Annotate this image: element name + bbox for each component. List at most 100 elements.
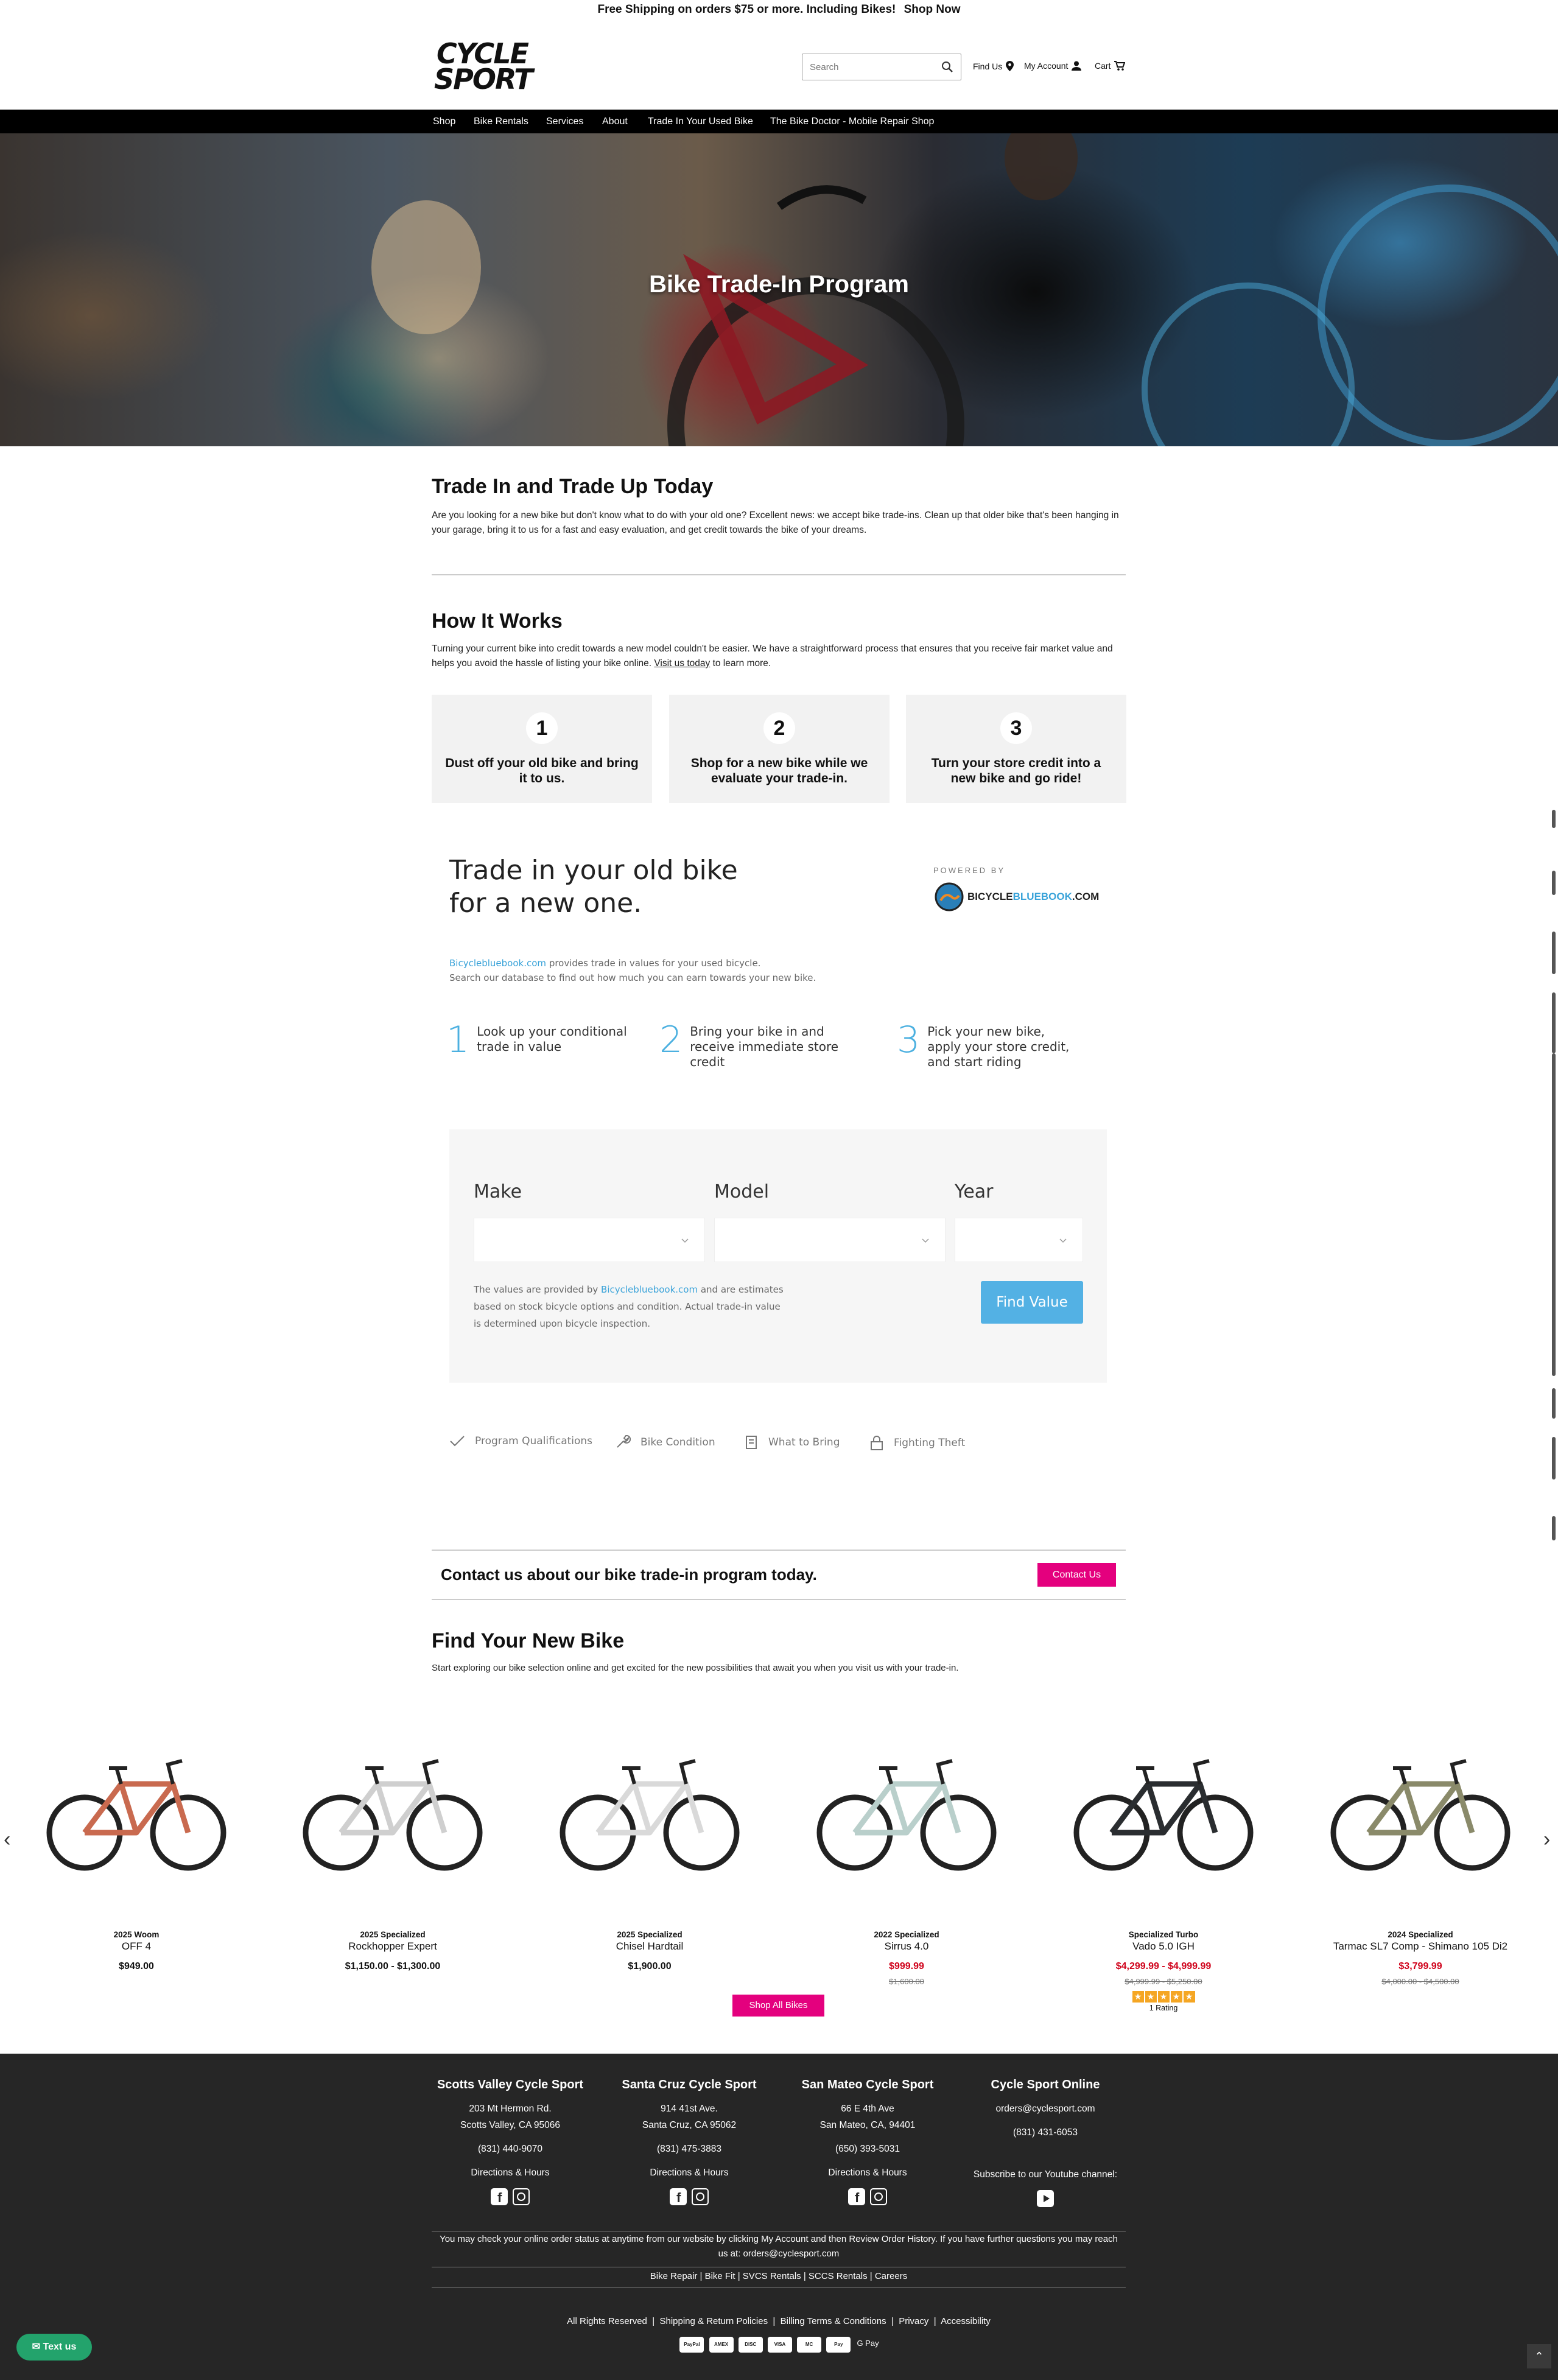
- contact-us-button[interactable]: Contact Us: [1037, 1563, 1116, 1587]
- store-phone[interactable]: (650) 393-5031: [779, 2141, 956, 2157]
- text-us-label: Text us: [43, 2342, 77, 2352]
- product-image[interactable]: [9, 1711, 264, 1881]
- nav-about[interactable]: About: [602, 110, 628, 133]
- store-scotts-valley: Scotts Valley Cycle Sport 203 Mt Hermon …: [422, 2078, 598, 2208]
- instagram-icon[interactable]: [692, 2188, 709, 2205]
- how-body-end: to learn more.: [712, 658, 771, 669]
- legal-privacy[interactable]: Privacy: [899, 2316, 928, 2326]
- shop-all-bikes-button[interactable]: Shop All Bikes: [732, 1995, 824, 2017]
- product-name[interactable]: Chisel Hardtail: [522, 1940, 777, 1953]
- store-phone[interactable]: (831) 475-3883: [601, 2141, 777, 2157]
- nav-bike-doctor[interactable]: The Bike Doctor - Mobile Repair Shop: [770, 110, 934, 133]
- product-card[interactable]: 2025 Specialized Chisel Hardtail $1,900.00: [522, 1711, 777, 1972]
- facebook-icon[interactable]: f: [670, 2188, 687, 2205]
- directions-link[interactable]: Directions & Hours: [601, 2164, 777, 2181]
- facebook-icon[interactable]: f: [491, 2188, 508, 2205]
- product-price: $4,299.99 - $4,999.99: [1115, 1961, 1212, 1971]
- paypal-icon: PayPal: [679, 2337, 704, 2353]
- how-body-start: Turning your current bike into credit to…: [432, 644, 1113, 669]
- faq-program-qualifications[interactable]: Program Qualifications: [449, 1435, 592, 1447]
- footer-links[interactable]: Bike Repair | Bike Fit | SVCS Rentals | …: [432, 2269, 1126, 2284]
- online-email[interactable]: orders@cyclesport.com: [957, 2101, 1134, 2117]
- shop-now-link[interactable]: Shop Now: [904, 3, 961, 16]
- product-name[interactable]: Tarmac SL7 Comp - Shimano 105 Di2: [1293, 1940, 1548, 1953]
- chat-icon: ✉: [32, 2342, 41, 2352]
- store-phone[interactable]: (831) 440-9070: [422, 2141, 598, 2157]
- make-select[interactable]: [474, 1218, 705, 1262]
- product-rating-count[interactable]: 1 Rating: [1036, 2004, 1291, 2012]
- product-card[interactable]: 2022 Specialized Sirrus 4.0 $999.99 $1,600.…: [779, 1711, 1034, 1986]
- search-icon[interactable]: [941, 61, 953, 73]
- back-to-top-icon[interactable]: ⌃: [1527, 2344, 1551, 2368]
- text-us-button[interactable]: ✉ Text us: [16, 2334, 92, 2361]
- star-icon: ★: [1183, 1991, 1195, 2003]
- product-name[interactable]: Rockhopper Expert: [265, 1940, 521, 1953]
- faq-bike-condition[interactable]: Bike Condition: [615, 1435, 715, 1450]
- store-address-1: 914 41st Ave.: [661, 2104, 718, 2114]
- wrench-icon: [617, 1435, 631, 1448]
- store-santa-cruz: Santa Cruz Cycle Sport 914 41st Ave. San…: [601, 2078, 777, 2208]
- product-image[interactable]: [1293, 1711, 1548, 1881]
- cycle-sport-logo[interactable]: CYCLE SPORT: [434, 37, 583, 96]
- product-image[interactable]: [265, 1711, 521, 1881]
- cart-link[interactable]: Cart: [1095, 61, 1126, 71]
- intro-body: Are you looking for a new bike but don't…: [432, 510, 1119, 535]
- bluebook-link[interactable]: Bicyclebluebook.com: [449, 958, 546, 969]
- nav-shop[interactable]: Shop: [433, 110, 455, 133]
- disclaimer-bluebook-link[interactable]: Bicyclebluebook.com: [601, 1284, 698, 1295]
- instagram-icon[interactable]: [513, 2188, 530, 2205]
- product-price: $1,900.00: [628, 1961, 672, 1971]
- faq-fighting-theft[interactable]: Fighting Theft: [869, 1435, 965, 1451]
- visit-us-link[interactable]: Visit us today: [654, 658, 710, 669]
- faq-label: Bike Condition: [640, 1436, 715, 1448]
- faq-label: Program Qualifications: [475, 1435, 593, 1447]
- product-name[interactable]: OFF 4: [9, 1940, 264, 1953]
- faq-what-to-bring[interactable]: What to Bring: [744, 1435, 840, 1450]
- contact-band: Contact us about our bike trade-in progr…: [432, 1550, 1126, 1600]
- product-card[interactable]: Specialized Turbo Vado 5.0 IGH $4,299.99 -…: [1036, 1711, 1291, 2012]
- scrollbar-thumb[interactable]: [1552, 1053, 1556, 1376]
- cart-icon: [1114, 61, 1126, 71]
- search-box[interactable]: [802, 54, 961, 80]
- step-text: Shop for a new bike while we evaluate yo…: [690, 756, 868, 785]
- product-card[interactable]: 2025 Woom OFF 4 $949.00: [9, 1711, 264, 1972]
- step-text: Dust off your old bike and bring it to u…: [445, 756, 639, 785]
- social-icons: f: [848, 2188, 887, 2205]
- nav-services[interactable]: Services: [546, 110, 583, 133]
- online-phone[interactable]: (831) 431-6053: [957, 2124, 1134, 2141]
- legal-accessibility[interactable]: Accessibility: [941, 2316, 991, 2326]
- product-brand: Specialized Turbo: [1128, 1930, 1199, 1939]
- product-image[interactable]: [779, 1711, 1034, 1881]
- legal-links: All Rights Reserved | Shipping & Return …: [567, 2316, 991, 2326]
- bicyclebluebook-logo[interactable]: BICYCLE BLUEBOOK .COM: [935, 882, 1099, 911]
- store-address-1: 66 E 4th Ave: [841, 2104, 894, 2114]
- nav-bike-rentals[interactable]: Bike Rentals: [474, 110, 528, 133]
- find-value-button[interactable]: Find Value: [981, 1281, 1083, 1324]
- product-card[interactable]: 2025 Specialized Rockhopper Expert $1,150.…: [265, 1711, 521, 1972]
- product-name[interactable]: Vado 5.0 IGH: [1036, 1940, 1291, 1953]
- model-select[interactable]: [714, 1218, 946, 1262]
- product-name[interactable]: Sirrus 4.0: [779, 1940, 1034, 1953]
- legal-shipping[interactable]: Shipping & Return Policies: [659, 2316, 768, 2326]
- scrollbar-mark: [1552, 1388, 1556, 1419]
- cycle-sport-online: Cycle Sport Online orders@cyclesport.com…: [957, 2078, 1134, 2210]
- product-price: $949.00: [119, 1961, 154, 1971]
- legal-rights[interactable]: All Rights Reserved: [567, 2316, 647, 2326]
- year-select[interactable]: [955, 1218, 1083, 1262]
- search-input[interactable]: [802, 54, 930, 80]
- product-image[interactable]: [1036, 1711, 1291, 1881]
- find-us-link[interactable]: Find Us: [973, 61, 1014, 71]
- product-image[interactable]: [522, 1711, 777, 1881]
- legal-billing[interactable]: Billing Terms & Conditions: [781, 2316, 886, 2326]
- directions-link[interactable]: Directions & Hours: [422, 2164, 598, 2181]
- my-account-link[interactable]: My Account: [1024, 61, 1082, 71]
- directions-link[interactable]: Directions & Hours: [779, 2164, 956, 2181]
- scrollbar-mark: [1552, 871, 1556, 895]
- facebook-icon[interactable]: f: [848, 2188, 865, 2205]
- instagram-icon[interactable]: [870, 2188, 887, 2205]
- product-brand: 2025 Woom: [113, 1930, 160, 1939]
- product-card[interactable]: 2024 Specialized Tarmac SL7 Comp - Shiman…: [1293, 1711, 1548, 1986]
- nav-trade-in[interactable]: Trade In Your Used Bike: [648, 110, 753, 133]
- product-price: $1,150.00 - $1,300.00: [345, 1961, 441, 1971]
- youtube-icon[interactable]: [1037, 2190, 1054, 2207]
